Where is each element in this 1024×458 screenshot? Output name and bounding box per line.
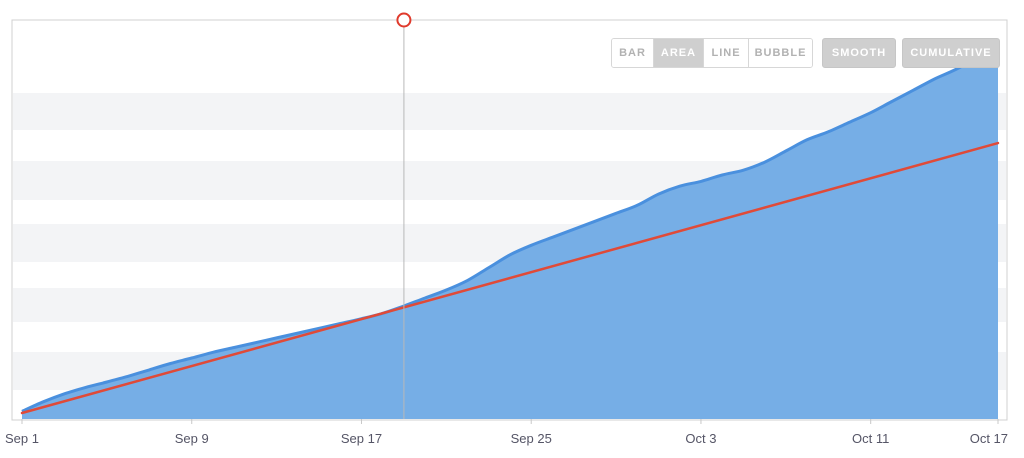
area-button[interactable]: AREA	[654, 39, 704, 67]
cumulative-area-chart: Sep 1 Sep 9 Sep 17 Sep 25 Oct 3 Oct 11 Oct 17	[5, 12, 1008, 446]
smooth-toggle[interactable]: SMOOTH	[822, 38, 896, 68]
x-tick-label: Oct 3	[685, 431, 716, 446]
marker-handle[interactable]	[396, 12, 412, 28]
cumulative-toggle[interactable]: CUMULATIVE	[902, 38, 1000, 68]
line-button[interactable]: LINE	[704, 39, 749, 67]
x-tick-label: Sep 9	[175, 431, 209, 446]
chart-container: Sep 1 Sep 9 Sep 17 Sep 25 Oct 3 Oct 11 Oct 17 …	[0, 0, 1024, 458]
chart-type-button-group: BAR AREA LINE BUBBLE	[611, 38, 813, 68]
x-axis: Sep 1 Sep 9 Sep 17 Sep 25 Oct 3 Oct 11 Oct 17	[5, 419, 1008, 446]
x-tick-label: Sep 25	[511, 431, 552, 446]
bubble-button[interactable]: BUBBLE	[749, 39, 812, 67]
x-tick-label: Sep 1	[5, 431, 39, 446]
x-tick-label: Oct 17	[970, 431, 1008, 446]
bar-button[interactable]: BAR	[612, 39, 654, 67]
chart-toolbar: BAR AREA LINE BUBBLE SMOOTH CUMULATIVE	[611, 38, 1000, 68]
x-tick-label: Oct 11	[852, 431, 889, 446]
x-tick-label: Sep 17	[341, 431, 382, 446]
